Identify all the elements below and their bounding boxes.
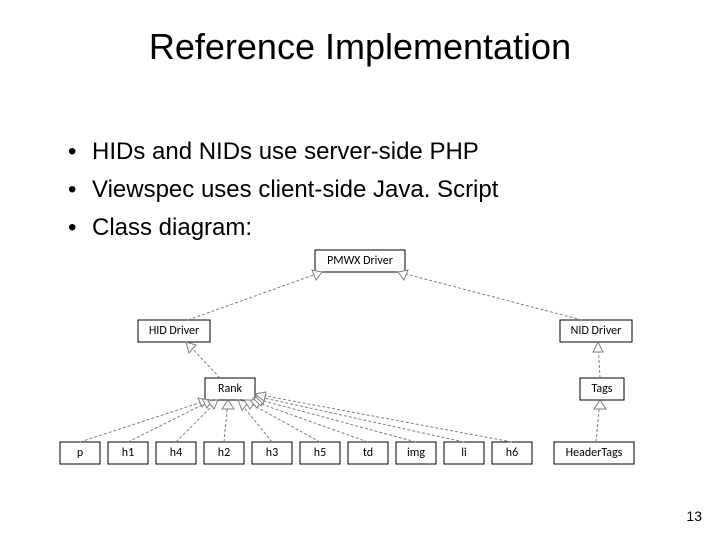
- slide-title: Reference Implementation: [0, 26, 720, 68]
- arrow: [186, 342, 220, 378]
- bullet-item: Class diagram:: [68, 210, 498, 246]
- leaf: h4: [170, 446, 182, 460]
- bullet-list: HIDs and NIDs use server-side PHP Viewsp…: [28, 134, 498, 248]
- page-number: 13: [686, 508, 702, 524]
- arrow: [176, 400, 218, 442]
- leaf: h2: [218, 446, 230, 460]
- arrow: [128, 399, 212, 442]
- arrow: [594, 400, 606, 442]
- arrow: [188, 270, 322, 320]
- arrow: [398, 270, 582, 320]
- leaf: td: [363, 446, 373, 460]
- bullet-item: HIDs and NIDs use server-side PHP: [68, 134, 498, 170]
- class-diagram: PMWX Driver HID Driver NID Driver Rank T…: [60, 250, 660, 480]
- leaf: HeaderTags: [566, 446, 623, 460]
- arrow: [255, 395, 464, 442]
- slide: Reference Implementation HIDs and NIDs u…: [0, 0, 720, 540]
- box-nid-driver: NID Driver: [571, 324, 622, 338]
- arrow: [593, 342, 603, 378]
- leaf: p: [77, 446, 83, 460]
- box-tags: Tags: [592, 382, 613, 396]
- leaf: h6: [506, 446, 518, 460]
- arrow: [80, 398, 208, 442]
- box-hid-driver: HID Driver: [149, 324, 199, 338]
- box-pmwx-driver: PMWX Driver: [327, 254, 393, 268]
- arrow: [255, 392, 512, 442]
- box-rank: Rank: [218, 382, 243, 396]
- leaf: li: [461, 446, 467, 460]
- leaf: h3: [266, 446, 278, 460]
- bullet-item: Viewspec uses client-side Java. Script: [68, 172, 498, 208]
- leaf: img: [407, 446, 425, 460]
- leaf: h5: [314, 446, 326, 460]
- leaf: h1: [122, 446, 134, 460]
- arrow: [222, 400, 234, 442]
- leaf-row: p h1 h4 h2 h3 h5 td img li h6 HeaderTags: [60, 442, 634, 464]
